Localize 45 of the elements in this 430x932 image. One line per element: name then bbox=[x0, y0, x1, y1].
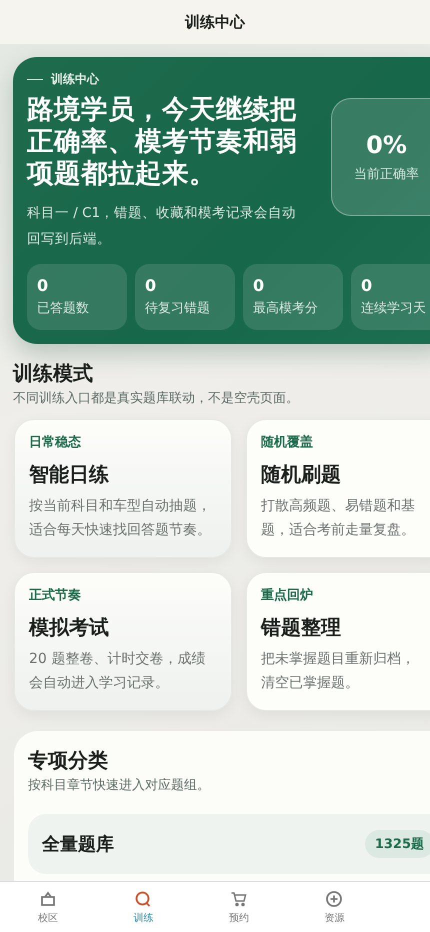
plus-circle-icon bbox=[325, 890, 344, 908]
stat-label: 待复习错题 bbox=[145, 300, 211, 317]
bag-icon bbox=[38, 890, 57, 908]
mode-description: 20 题整卷、计时交卷，成绩会自动进入学习记录。 bbox=[29, 650, 206, 693]
tab-item[interactable]: 资源 bbox=[286, 882, 382, 932]
mode-tag: 日常稳态 bbox=[29, 433, 217, 451]
hero-subtitle: 科目一 / C1，错题、收藏和模考记录会自动回写到后端。 bbox=[27, 204, 298, 249]
mode-card[interactable]: 正式节奏 模拟考试 20 题整卷、计时交卷，成绩会自动进入学习记录。 bbox=[14, 572, 232, 711]
category-name: 全量题库 bbox=[42, 833, 115, 856]
mode-title: 错题整理 bbox=[261, 614, 342, 641]
hero-eyebrow: 训练中心 bbox=[51, 71, 99, 88]
tab-item[interactable]: 校区 bbox=[0, 882, 96, 932]
stat-value: 0 bbox=[361, 276, 374, 295]
mode-card[interactable]: 日常稳态 智能日练 按当前科目和车型自动抽题，适合每天快速找回答题节奏。 bbox=[14, 419, 232, 558]
mode-tag: 正式节奏 bbox=[29, 586, 217, 604]
mode-description: 把未掌握题目重新归档，清空已掌握题。 bbox=[261, 650, 416, 693]
stat-label: 最高模考分 bbox=[253, 300, 319, 317]
stat-value: 0 bbox=[145, 276, 158, 295]
mode-title: 随机刷题 bbox=[261, 461, 342, 488]
page-title: 训练中心 bbox=[185, 12, 245, 32]
tab-item[interactable]: 训练 bbox=[96, 882, 191, 932]
mode-title: 智能日练 bbox=[29, 461, 110, 488]
stat-value: 0 bbox=[253, 276, 266, 295]
section-subtitle: 按科目章节快速进入对应题组。 bbox=[28, 777, 211, 794]
cart-icon bbox=[230, 890, 248, 908]
mode-tag: 重点回炉 bbox=[261, 586, 430, 604]
accuracy-value: 0% bbox=[366, 131, 407, 159]
search-icon bbox=[134, 890, 152, 908]
mode-tag: 随机覆盖 bbox=[261, 433, 430, 451]
mode-card[interactable]: 重点回炉 错题整理 把未掌握题目重新归档，清空已掌握题。 bbox=[246, 572, 430, 711]
section-title: 专项分类 bbox=[28, 747, 109, 774]
section-title: 训练模式 bbox=[13, 360, 94, 387]
category-item[interactable]: 全量题库 1325题 bbox=[28, 814, 430, 874]
stat-label: 已答题数 bbox=[37, 300, 90, 317]
mode-description: 打散高频题、易错题和基题，适合考前走量复盘。 bbox=[261, 497, 416, 540]
stat-value: 0 bbox=[37, 276, 50, 295]
hero-headline: 路境学员，今天继续把正确率、模考节奏和弱项题都拉起来。 bbox=[27, 94, 298, 190]
question-count-badge: 1325题 bbox=[364, 830, 430, 858]
section-subtitle: 不同训练入口都是真实题库联动，不是空壳页面。 bbox=[13, 390, 300, 407]
mode-description: 按当前科目和车型自动抽题，适合每天快速找回答题节奏。 bbox=[29, 497, 212, 540]
accuracy-label: 当前正确率 bbox=[354, 166, 419, 183]
mode-title: 模拟考试 bbox=[29, 614, 110, 641]
mode-card[interactable]: 随机覆盖 随机刷题 打散高频题、易错题和基题，适合考前走量复盘。 bbox=[246, 419, 430, 558]
stat-label: 连续学习天 bbox=[361, 300, 427, 317]
tab-item[interactable]: 预约 bbox=[191, 882, 286, 932]
